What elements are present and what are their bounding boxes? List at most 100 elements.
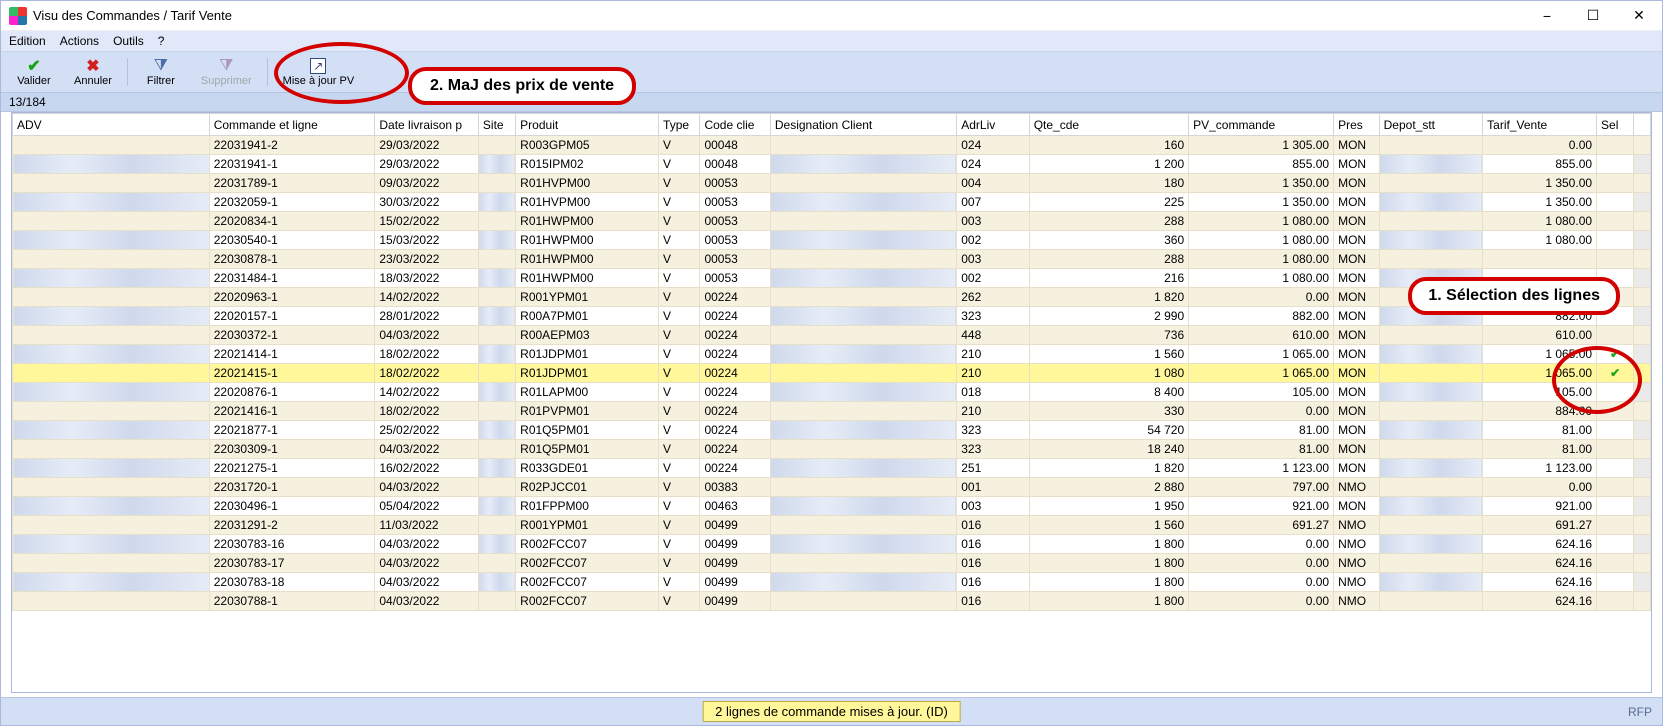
cell: 1 123.00 <box>1189 459 1334 478</box>
col-depot[interactable]: Depot_stt <box>1379 114 1483 136</box>
col-adv[interactable]: ADV <box>13 114 210 136</box>
table-row[interactable]: ████22031789-109/03/2022████R01HVPM00V00… <box>13 174 1651 193</box>
scrollbar-cell[interactable] <box>1634 307 1651 326</box>
maximize-button[interactable]: ☐ <box>1570 1 1616 31</box>
cell: 22030496-1 <box>209 497 375 516</box>
table-row[interactable]: ████22030783-1604/03/2022████R002FCC07V0… <box>13 535 1651 554</box>
cell: 1 080.00 <box>1189 250 1334 269</box>
scrollbar-cell[interactable] <box>1634 478 1651 497</box>
menu-edition[interactable]: Edition <box>9 34 46 48</box>
scrollbar-cell[interactable] <box>1634 212 1651 231</box>
cell: ████ <box>770 174 956 193</box>
col-desig[interactable]: Designation Client <box>770 114 956 136</box>
col-prod[interactable]: Produit <box>516 114 659 136</box>
col-code[interactable]: Code clie <box>700 114 770 136</box>
scrollbar-cell[interactable] <box>1634 440 1651 459</box>
scrollbar-cell[interactable] <box>1634 174 1651 193</box>
cell: 016 <box>957 516 1029 535</box>
close-button[interactable]: ✕ <box>1616 1 1662 31</box>
col-site[interactable]: Site <box>478 114 515 136</box>
scrollbar-cell[interactable] <box>1634 269 1651 288</box>
table-row[interactable]: ████22021877-125/02/2022████R01Q5PM01V00… <box>13 421 1651 440</box>
table-row[interactable]: ████22021415-118/02/2022████R01JDPM01V00… <box>13 364 1651 383</box>
cell: 0.00 <box>1189 573 1334 592</box>
menu-help[interactable]: ? <box>158 34 165 48</box>
scrollbar-cell[interactable] <box>1634 383 1651 402</box>
table-row[interactable]: ████22021414-118/02/2022████R01JDPM01V00… <box>13 345 1651 364</box>
cell: ████ <box>13 231 210 250</box>
scrollbar-cell[interactable] <box>1634 402 1651 421</box>
table-row[interactable]: ████22030878-123/03/2022████R01HWPM00V00… <box>13 250 1651 269</box>
scrollbar-cell[interactable] <box>1634 155 1651 174</box>
col-pres[interactable]: Pres <box>1334 114 1380 136</box>
col-tarif[interactable]: Tarif_Vente <box>1483 114 1597 136</box>
data-grid[interactable]: ADV Commande et ligne Date livraison p S… <box>12 113 1651 692</box>
table-row[interactable]: ████22021275-116/02/2022████R033GDE01V00… <box>13 459 1651 478</box>
col-adr[interactable]: AdrLiv <box>957 114 1029 136</box>
table-row[interactable]: ████22031941-229/03/2022████R003GPM05V00… <box>13 136 1651 155</box>
annuler-button[interactable]: ✖ Annuler <box>63 54 123 90</box>
cell: R015IPM02 <box>516 155 659 174</box>
cell: 1 800 <box>1029 573 1188 592</box>
col-type[interactable]: Type <box>659 114 700 136</box>
scrollbar-cell[interactable] <box>1634 459 1651 478</box>
table-row[interactable]: ████22020876-114/02/2022████R01LAPM00V00… <box>13 383 1651 402</box>
table-row[interactable]: ████22021416-118/02/2022████R01PVPM01V00… <box>13 402 1651 421</box>
scrollbar-cell[interactable] <box>1634 364 1651 383</box>
table-row[interactable]: ████22031720-104/03/2022████R02PJCC01V00… <box>13 478 1651 497</box>
scrollbar-cell[interactable] <box>1634 497 1651 516</box>
table-row[interactable]: ████22030309-104/03/2022████R01Q5PM01V00… <box>13 440 1651 459</box>
col-sel[interactable]: Sel <box>1597 114 1634 136</box>
scrollbar-cell[interactable] <box>1634 554 1651 573</box>
valider-label: Valider <box>17 75 50 87</box>
scrollbar-cell[interactable] <box>1634 288 1651 307</box>
table-row[interactable]: ████22031941-129/03/2022████R015IPM02V00… <box>13 155 1651 174</box>
cell: ████ <box>1379 155 1483 174</box>
scrollbar-cell[interactable] <box>1634 535 1651 554</box>
table-row[interactable]: ████22031484-118/03/2022████R01HWPM00V00… <box>13 269 1651 288</box>
table-row[interactable]: ████22020834-115/02/2022████R01HWPM00V00… <box>13 212 1651 231</box>
cell: 884.00 <box>1483 402 1597 421</box>
table-row[interactable]: ████22030783-1704/03/2022████R002FCC07V0… <box>13 554 1651 573</box>
cell: 1 820 <box>1029 288 1188 307</box>
majpv-button[interactable]: ↗ Mise à jour PV <box>272 54 366 90</box>
scrollbar-cell[interactable] <box>1634 516 1651 535</box>
cell: V <box>659 440 700 459</box>
col-date[interactable]: Date livraison p <box>375 114 479 136</box>
col-pv[interactable]: PV_commande <box>1189 114 1334 136</box>
status-message: 2 lignes de commande mises à jour. (ID) <box>702 701 961 722</box>
cell: V <box>659 497 700 516</box>
scrollbar-cell[interactable] <box>1634 592 1651 611</box>
col-qte[interactable]: Qte_cde <box>1029 114 1188 136</box>
scrollbar-cell[interactable] <box>1634 326 1651 345</box>
cell: MON <box>1334 136 1380 155</box>
table-row[interactable]: ████22032059-130/03/2022████R01HVPM00V00… <box>13 193 1651 212</box>
valider-button[interactable]: ✔ Valider <box>5 54 63 90</box>
scrollbar-cell[interactable] <box>1634 193 1651 212</box>
menu-outils[interactable]: Outils <box>113 34 144 48</box>
table-row[interactable]: ████22020157-128/01/2022████R00A7PM01V00… <box>13 307 1651 326</box>
cell: ████ <box>1379 478 1483 497</box>
filtrer-button[interactable]: ⧩ Filtrer <box>132 54 190 90</box>
scrollbar-cell[interactable] <box>1634 421 1651 440</box>
cell: 691.27 <box>1189 516 1334 535</box>
table-row[interactable]: ████22030372-104/03/2022████R00AEPM03V00… <box>13 326 1651 345</box>
cell: 004 <box>957 174 1029 193</box>
menu-actions[interactable]: Actions <box>60 34 99 48</box>
table-row[interactable]: ████22030788-104/03/2022████R002FCC07V00… <box>13 592 1651 611</box>
col-cmd[interactable]: Commande et ligne <box>209 114 375 136</box>
scrollbar-cell[interactable] <box>1634 573 1651 592</box>
minimize-button[interactable]: − <box>1524 1 1570 31</box>
table-row[interactable]: ████22020963-114/02/2022████R001YPM01V00… <box>13 288 1651 307</box>
scrollbar-cell[interactable] <box>1634 250 1651 269</box>
scrollbar-cell[interactable] <box>1634 345 1651 364</box>
table-row[interactable]: ████22030540-115/03/2022████R01HWPM00V00… <box>13 231 1651 250</box>
cell: 0.00 <box>1189 592 1334 611</box>
table-row[interactable]: ████22030783-1804/03/2022████R002FCC07V0… <box>13 573 1651 592</box>
funnel-icon: ⧩ <box>154 57 168 75</box>
scrollbar-cell[interactable] <box>1634 231 1651 250</box>
scrollbar-cell[interactable] <box>1634 136 1651 155</box>
table-row[interactable]: ████22030496-105/04/2022████R01FPPM00V00… <box>13 497 1651 516</box>
table-row[interactable]: ████22031291-211/03/2022████R001YPM01V00… <box>13 516 1651 535</box>
cell: ████ <box>13 573 210 592</box>
